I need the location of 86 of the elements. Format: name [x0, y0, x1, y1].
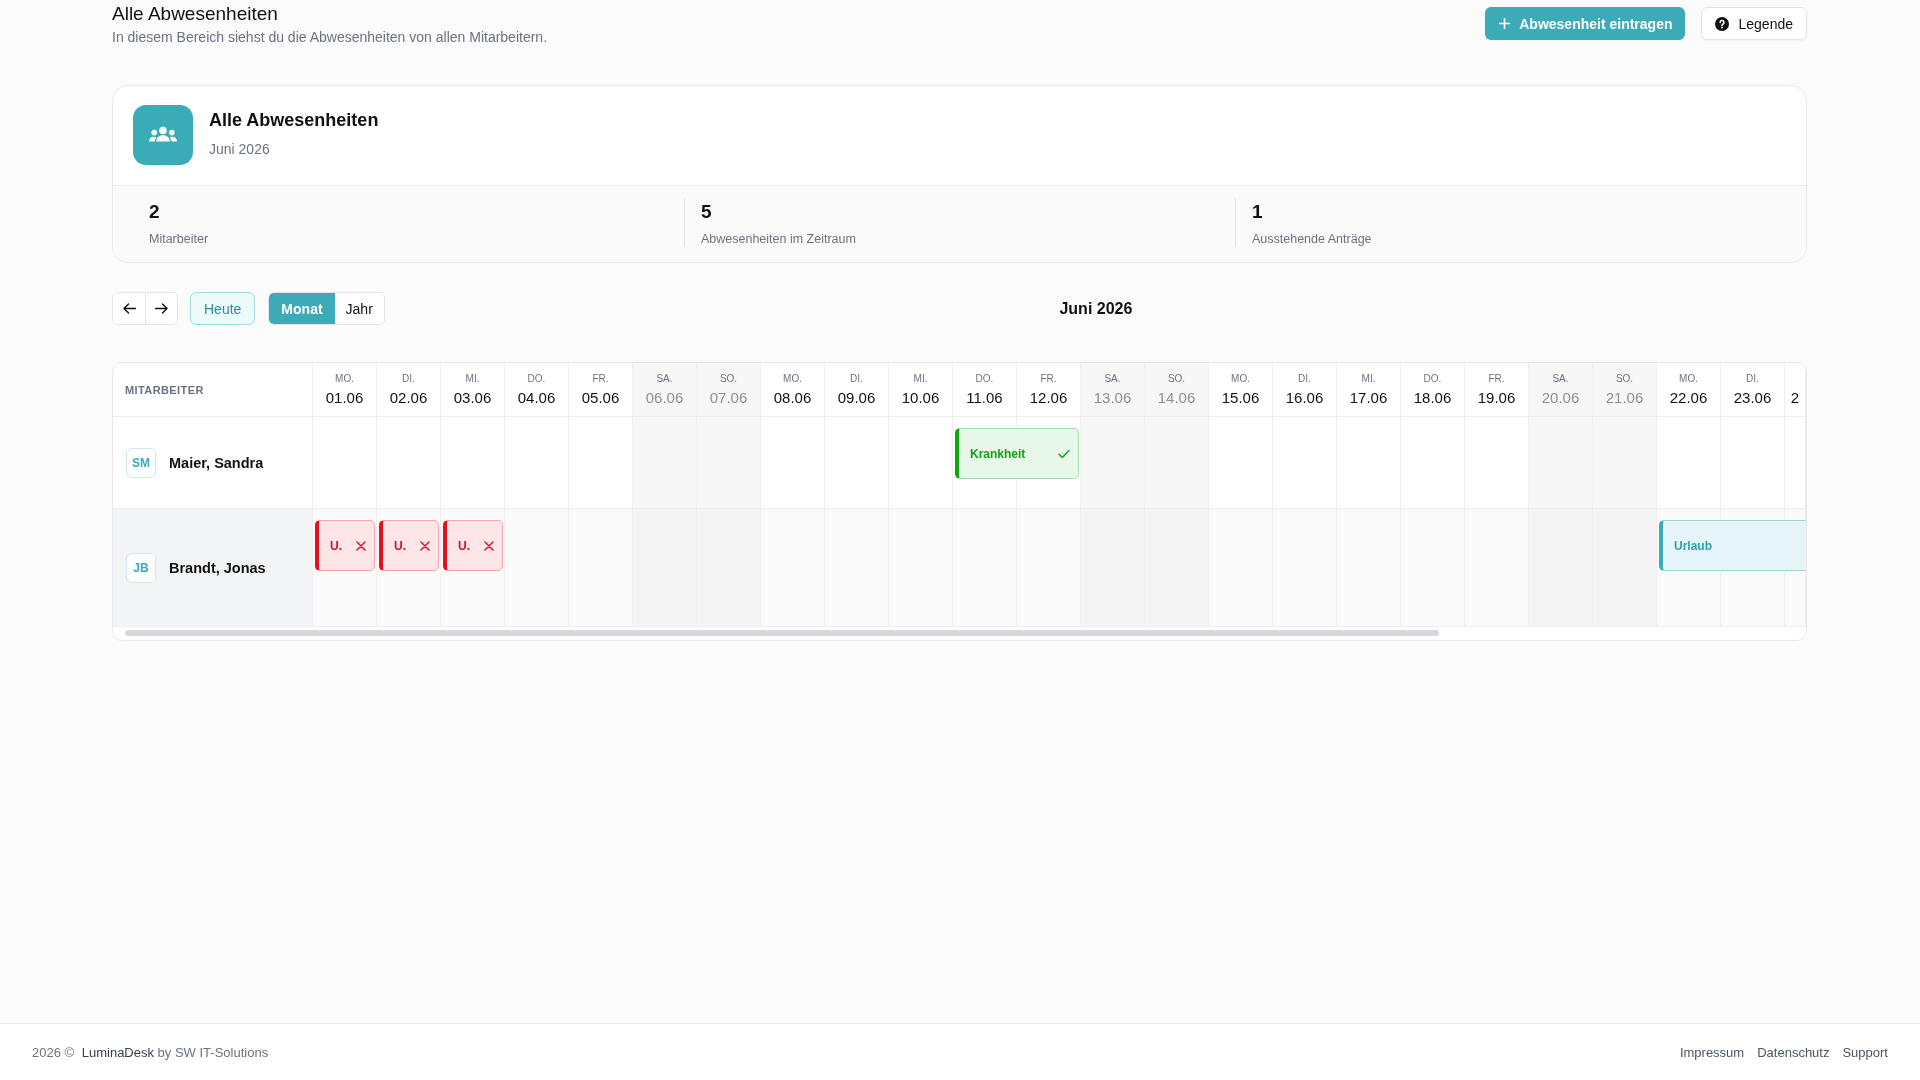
employee-cell[interactable]: JB Brandt, Jonas: [113, 509, 313, 627]
footer-link[interactable]: Datenschutz: [1757, 1044, 1830, 1060]
help-icon: [1715, 16, 1730, 31]
weekday-label: SA.: [1104, 373, 1121, 385]
employee-cell[interactable]: SM Maier, Sandra: [113, 417, 313, 509]
stat-label: Ausstehende Anträge: [1252, 231, 1372, 247]
date-label: 06.06: [645, 389, 684, 407]
stat-label: Abwesenheiten im Zeitraum: [701, 231, 856, 247]
absence-event[interactable]: U.: [379, 520, 439, 571]
weekday-label: SO.: [719, 373, 738, 385]
weekday-label: DI.: [402, 373, 415, 385]
card-title: Alle Abwesenheiten: [209, 109, 379, 130]
card-period: Juni 2026: [209, 140, 270, 157]
stat-value: 1: [1252, 200, 1263, 224]
date-label: 20.06: [1541, 389, 1580, 407]
initials-avatar: JB: [126, 552, 156, 583]
plus-icon: [1499, 18, 1511, 29]
date-label: 11.06: [966, 389, 1003, 407]
weekday-label: DI.: [850, 373, 863, 385]
weekday-label: SA.: [656, 373, 673, 385]
date-label: 10.06: [901, 389, 940, 407]
brand-link[interactable]: LuminaDesk: [81, 1044, 154, 1060]
scrollbar-thumb[interactable]: [125, 630, 1439, 636]
date-label: 15.06: [1221, 389, 1260, 407]
legend-button[interactable]: Legende: [1701, 7, 1807, 40]
date-label: 19.06: [1477, 389, 1516, 407]
check-icon: [1058, 448, 1070, 459]
next-button[interactable]: [145, 293, 177, 324]
weekday-label: MI.: [913, 373, 928, 385]
date-label: 09.06: [837, 389, 876, 407]
arrow-left-icon: [122, 303, 136, 314]
weekday-label: DO.: [975, 373, 994, 385]
footer-link[interactable]: Impressum: [1679, 1044, 1745, 1060]
weekday-label: DO.: [527, 373, 546, 385]
weekday-label: DI.: [1746, 373, 1759, 385]
period-title: Juni 2026: [1059, 299, 1133, 317]
weekday-label: FR.: [592, 373, 609, 385]
people-icon: [133, 105, 193, 165]
initials-avatar: SM: [126, 447, 156, 478]
date-label: 17.06: [1349, 389, 1388, 407]
date-label: 2: [1790, 389, 1800, 407]
date-label: 07.06: [709, 389, 748, 407]
page-title: Alle Abwesenheiten: [112, 3, 278, 24]
absence-event[interactable]: U.: [443, 520, 503, 571]
date-label: 01.06: [325, 389, 364, 407]
employee-name: Maier, Sandra: [169, 454, 264, 471]
date-label: 16.06: [1285, 389, 1324, 407]
column-header: MITARBEITER: [125, 383, 204, 396]
date-label: 03.06: [453, 389, 492, 407]
date-label: 13.06: [1093, 389, 1132, 407]
weekday-label: MO.: [335, 373, 354, 385]
weekday-label: MI.: [465, 373, 480, 385]
today-button[interactable]: Heute: [190, 292, 256, 325]
weekday-label: MO.: [1231, 373, 1250, 385]
arrow-right-icon: [155, 303, 168, 314]
date-label: 12.06: [1029, 389, 1068, 407]
weekday-label: MI.: [1361, 373, 1376, 385]
employee-name: Brandt, Jonas: [169, 559, 266, 576]
page-subtitle: In diesem Bereich siehst du die Abwesenheiten von allen Mitarbeitern.: [112, 29, 548, 45]
absence-event[interactable]: U.: [315, 520, 375, 571]
date-label: 22.06: [1669, 389, 1708, 407]
cross-icon: [484, 540, 494, 551]
stat-label: Mitarbeiter: [149, 231, 209, 247]
date-label: 08.06: [773, 389, 812, 407]
date-label: 04.06: [517, 389, 556, 407]
footer-link[interactable]: Support: [1842, 1044, 1888, 1060]
stat-value: 2: [149, 200, 160, 224]
cross-icon: [356, 540, 366, 551]
date-label: 14.06: [1157, 389, 1196, 407]
weekday-label: FR.: [1040, 373, 1057, 385]
weekday-label: SA.: [1552, 373, 1569, 385]
date-label: 02.06: [389, 389, 428, 407]
date-label: 05.06: [581, 389, 620, 407]
weekday-label: FR.: [1488, 373, 1505, 385]
stat-value: 5: [701, 200, 712, 224]
weekday-label: MO.: [1679, 373, 1698, 385]
weekday-label: MO.: [783, 373, 802, 385]
weekday-label: SO.: [1167, 373, 1186, 385]
cross-icon: [420, 540, 430, 551]
date-label: 23.06: [1733, 389, 1772, 407]
weekday-label: SO.: [1615, 373, 1634, 385]
date-label: 21.06: [1605, 389, 1644, 407]
date-label: 18.06: [1413, 389, 1452, 407]
weekday-label: DO.: [1423, 373, 1442, 385]
weekday-label: DI.: [1298, 373, 1311, 385]
copyright-text: 2026 © LuminaDesk by SW IT-Solutions: [32, 1044, 269, 1060]
